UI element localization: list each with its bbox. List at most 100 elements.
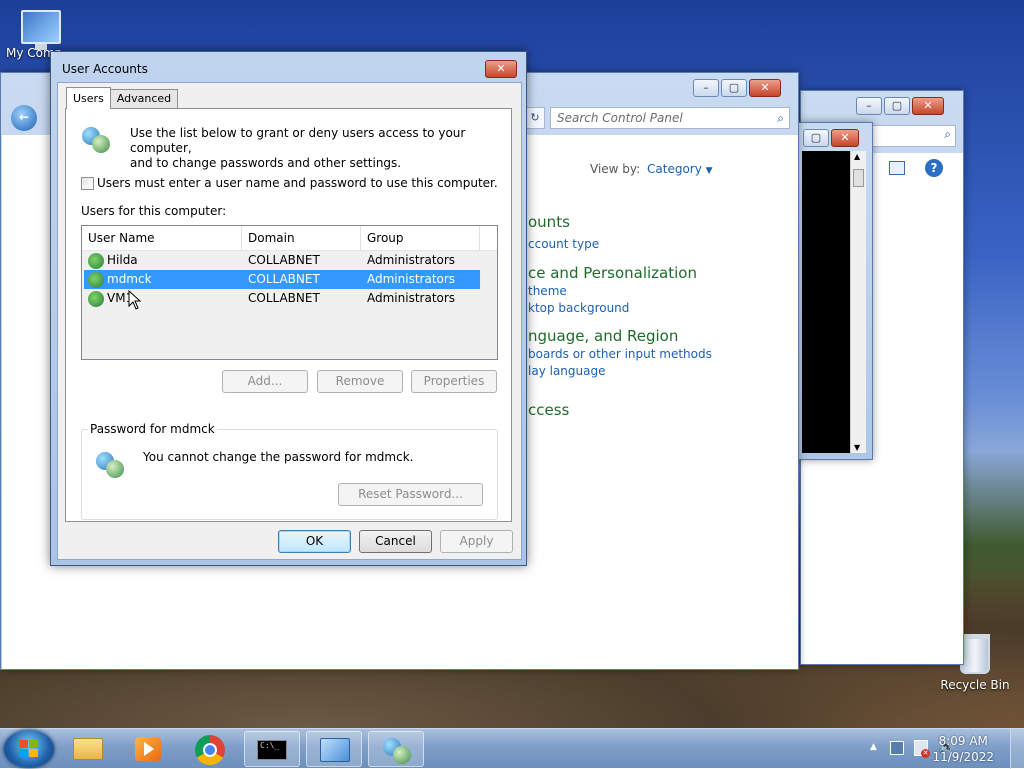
reset-password-button[interactable]: Reset Password... — [338, 483, 483, 506]
tab-users[interactable]: Users — [66, 87, 111, 109]
search-control-panel-input[interactable]: Search Control Panel ⌕ — [550, 107, 790, 129]
maximize-button[interactable]: ▢ — [884, 97, 910, 115]
user-domain: COLLABNET — [248, 272, 320, 286]
apply-button[interactable]: Apply — [440, 530, 513, 553]
cp-link-display-language[interactable]: lay language — [528, 364, 605, 378]
desktop-icon-label: Recycle Bin — [940, 678, 1010, 692]
cp-link-theme[interactable]: theme — [528, 284, 567, 298]
search-icon: ⌕ — [944, 127, 951, 141]
require-login-label[interactable]: Users must enter a user name and passwor… — [97, 176, 498, 190]
cp-link-account-type[interactable]: ccount type — [528, 237, 599, 251]
search-box[interactable]: ⌕ — [861, 125, 956, 147]
dialog-title: User Accounts — [62, 62, 148, 76]
minimize-button[interactable]: – — [693, 79, 719, 97]
console-area[interactable] — [802, 151, 850, 453]
column-domain[interactable]: Domain — [242, 226, 361, 250]
clock[interactable]: 8:09 AM 11/9/2022 — [932, 733, 994, 765]
explorer-icon — [73, 738, 103, 760]
add-user-button[interactable]: Add... — [222, 370, 308, 393]
control-panel-icon — [320, 738, 350, 762]
cp-link-desktop-background[interactable]: ktop background — [528, 301, 629, 315]
remove-user-button[interactable]: Remove — [317, 370, 403, 393]
computer-icon — [21, 10, 61, 50]
refresh-icon[interactable]: ↻ — [525, 107, 545, 129]
user-icon — [88, 271, 104, 288]
user-group: Administrators — [367, 291, 456, 305]
users-for-computer-label: Users for this computer: — [81, 204, 227, 218]
maximize-button[interactable]: ▢ — [721, 79, 747, 97]
user-name: mdmck — [107, 272, 152, 286]
users-listview[interactable]: User Name Domain Group Hilda COLLABNET A… — [81, 225, 498, 360]
close-button[interactable]: ✕ — [831, 129, 859, 147]
search-placeholder: Search Control Panel — [557, 111, 683, 125]
column-user-name[interactable]: User Name — [82, 226, 242, 250]
properties-button[interactable]: Properties — [411, 370, 497, 393]
user-accounts-dialog[interactable]: User Accounts ✕ Users Advanced Use the l… — [50, 51, 527, 566]
cp-heading-ease-of-access[interactable]: ccess — [528, 401, 569, 419]
windows-logo-icon — [19, 740, 39, 758]
cp-heading-appearance[interactable]: ce and Personalization — [528, 264, 697, 282]
show-desktop-button[interactable] — [1010, 729, 1024, 769]
recycle-bin-icon — [960, 634, 990, 674]
action-center-icon[interactable] — [890, 741, 904, 755]
cmd-window[interactable]: ▢ ✕ ▲ ▼ — [797, 122, 873, 460]
user-icon — [88, 290, 104, 307]
taskbar-control-panel[interactable] — [306, 731, 362, 767]
password-groupbox: Password for mdmck You cannot change the… — [81, 422, 498, 520]
scrollbar[interactable]: ▲ ▼ — [850, 151, 866, 453]
user-row-vm1[interactable]: VM1 COLLABNET Administrators — [84, 289, 480, 308]
help-icon[interactable]: ? — [925, 159, 943, 177]
dialog-close-button[interactable]: ✕ — [485, 60, 517, 78]
clock-time: 8:09 AM — [938, 734, 988, 748]
chevron-down-icon: ▼ — [705, 166, 713, 176]
user-group: Administrators — [367, 272, 456, 286]
view-by-value: Category — [647, 162, 702, 176]
preview-pane-icon[interactable] — [889, 161, 905, 175]
chrome-icon — [195, 735, 225, 765]
user-icon — [88, 252, 104, 269]
scrollbar-thumb[interactable] — [853, 169, 864, 187]
cp-heading-user-accounts[interactable]: ounts — [528, 213, 570, 231]
show-hidden-icons-icon[interactable]: ▲ — [870, 742, 877, 752]
listview-header: User Name Domain Group — [82, 226, 497, 251]
cp-link-input-methods[interactable]: boards or other input methods — [528, 347, 712, 361]
clock-date: 11/9/2022 — [932, 750, 994, 764]
intro-text: Use the list below to grant or deny user… — [130, 126, 511, 171]
user-group: Administrators — [367, 253, 456, 267]
taskbar-user-accounts[interactable] — [368, 731, 424, 767]
cmd-icon: C:\_ — [257, 740, 287, 760]
require-login-checkbox[interactable] — [81, 177, 94, 190]
user-row-mdmck[interactable]: mdmck COLLABNET Administrators — [84, 270, 480, 289]
users-tab-panel: Use the list below to grant or deny user… — [65, 108, 512, 522]
password-group-label: Password for mdmck — [88, 422, 217, 436]
intro-line-2: and to change passwords and other settin… — [130, 156, 402, 170]
maximize-button[interactable]: ▢ — [803, 129, 829, 147]
cancel-button[interactable]: Cancel — [359, 530, 432, 553]
user-row-hilda[interactable]: Hilda COLLABNET Administrators — [84, 251, 480, 270]
window-caption-buttons: ▢ ✕ — [803, 129, 859, 147]
start-button[interactable] — [4, 730, 54, 768]
taskbar-cmd[interactable]: C:\_ — [244, 731, 300, 767]
window-caption-buttons: – ▢ ✕ — [693, 79, 781, 97]
taskbar-chrome[interactable] — [182, 731, 238, 767]
taskbar-media-player[interactable] — [120, 731, 176, 767]
close-button[interactable]: ✕ — [749, 79, 781, 97]
password-message: You cannot change the password for mdmck… — [143, 450, 414, 464]
view-by-dropdown[interactable]: Category ▼ — [647, 162, 713, 176]
scroll-up-icon[interactable]: ▲ — [854, 152, 860, 161]
search-icon: ⌕ — [777, 111, 784, 125]
close-button[interactable]: ✕ — [912, 97, 944, 115]
scroll-down-icon[interactable]: ▼ — [854, 443, 860, 452]
back-arrow-icon[interactable]: ← — [11, 105, 37, 131]
column-group[interactable]: Group — [361, 226, 480, 250]
network-icon[interactable]: ✕ — [914, 740, 930, 758]
user-domain: COLLABNET — [248, 291, 320, 305]
minimize-button[interactable]: – — [856, 97, 882, 115]
taskbar-explorer[interactable] — [60, 731, 116, 767]
mouse-cursor-icon — [128, 290, 142, 310]
intro-line-1: Use the list below to grant or deny user… — [130, 126, 466, 155]
cp-heading-clock-language[interactable]: nguage, and Region — [528, 327, 678, 345]
users-icon — [82, 125, 112, 155]
ok-button[interactable]: OK — [278, 530, 351, 553]
user-domain: COLLABNET — [248, 253, 320, 267]
